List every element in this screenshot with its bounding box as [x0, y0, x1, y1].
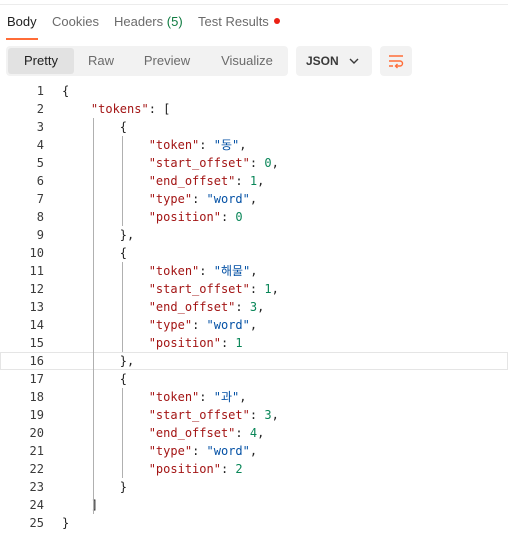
- wrap-lines-icon: [389, 55, 404, 69]
- code-line: 17 {: [0, 370, 508, 388]
- format-select-value: JSON: [306, 54, 339, 68]
- tab-cookies-label: Cookies: [52, 14, 99, 29]
- line-number: 18: [29, 390, 44, 404]
- line-number: 20: [29, 426, 44, 440]
- line-number: 5: [36, 156, 44, 170]
- response-body-editor[interactable]: 1{2 "tokens": [3 {4 "token": "동", 5 "star…: [0, 82, 508, 539]
- line-number: 2: [36, 102, 44, 116]
- code-text: "position": 0: [148, 210, 243, 224]
- code-text: {: [119, 372, 128, 386]
- headers-count-badge: (5): [166, 14, 183, 29]
- code-line: 9 },: [0, 226, 508, 244]
- line-number: 12: [29, 282, 44, 296]
- tab-headers[interactable]: Headers (5): [114, 14, 183, 29]
- pretty-button[interactable]: Pretty: [8, 48, 74, 74]
- code-text: },: [119, 354, 135, 368]
- format-select[interactable]: JSON: [296, 46, 372, 76]
- indent-guide: [121, 136, 123, 226]
- line-number: 7: [36, 192, 44, 206]
- line-number: 23: [29, 480, 44, 494]
- code-line: 7 "type": "word",: [0, 190, 508, 208]
- code-line: 5 "start_offset": 0,: [0, 154, 508, 172]
- raw-button[interactable]: Raw: [76, 48, 126, 74]
- tab-body[interactable]: Body: [7, 14, 37, 29]
- code-line: 16 },: [0, 352, 508, 370]
- chevron-down-icon: [349, 58, 359, 64]
- code-text: {: [119, 120, 128, 134]
- code-text: "position": 2: [148, 462, 243, 476]
- code-line: 24 ]: [0, 496, 508, 514]
- line-number: 22: [29, 462, 44, 476]
- code-text: }: [119, 480, 128, 494]
- response-tabs: Body Cookies Headers (5) Test Results: [0, 0, 508, 42]
- code-text: "position": 1: [148, 336, 243, 350]
- indent-guide: [92, 118, 94, 514]
- line-number: 21: [29, 444, 44, 458]
- line-number: 10: [29, 246, 44, 260]
- line-number: 11: [29, 264, 44, 278]
- code-text: {: [62, 84, 70, 98]
- active-tab-indicator: [6, 38, 38, 40]
- code-line: 21 "type": "word",: [0, 442, 508, 460]
- code-text: "token": "동",: [148, 138, 247, 152]
- line-number: 24: [29, 498, 44, 512]
- code-text: {: [119, 246, 128, 260]
- code-line: 11 "token": "해물",: [0, 262, 508, 280]
- code-line: 12 "start_offset": 1,: [0, 280, 508, 298]
- code-line: 4 "token": "동",: [0, 136, 508, 154]
- code-line: 15 "position": 1: [0, 334, 508, 352]
- line-number: 8: [36, 210, 44, 224]
- line-number: 13: [29, 300, 44, 314]
- code-text: "token": "과",: [148, 390, 247, 404]
- code-line: 14 "type": "word",: [0, 316, 508, 334]
- code-line: 18 "token": "과",: [0, 388, 508, 406]
- line-number: 1: [36, 84, 44, 98]
- line-number: 15: [29, 336, 44, 350]
- code-line: 8 "position": 0: [0, 208, 508, 226]
- tab-test-results-label: Test Results: [198, 14, 269, 29]
- code-text: "tokens": [: [90, 102, 171, 116]
- dot-icon: [273, 18, 280, 24]
- line-number: 25: [29, 516, 44, 530]
- response-toolbar: Pretty Raw Preview Visualize JSON: [0, 46, 508, 78]
- code-text: "start_offset": 3,: [148, 408, 279, 422]
- code-line: 23 }: [0, 478, 508, 496]
- code-text: "token": "해물",: [148, 264, 258, 278]
- view-mode-switcher: Pretty Raw Preview Visualize: [6, 46, 288, 76]
- line-number: 17: [29, 372, 44, 386]
- line-number: 16: [29, 354, 44, 368]
- tab-cookies[interactable]: Cookies: [52, 14, 99, 29]
- code-text: "type": "word",: [148, 192, 258, 206]
- code-line: 13 "end_offset": 3,: [0, 298, 508, 316]
- code-line: 2 "tokens": [: [0, 100, 508, 118]
- indent-guide: [121, 262, 123, 352]
- code-text: "start_offset": 1,: [148, 282, 279, 296]
- visualize-button[interactable]: Visualize: [208, 48, 286, 74]
- line-number: 14: [29, 318, 44, 332]
- tab-body-label: Body: [7, 14, 37, 29]
- tab-headers-label: Headers: [114, 14, 164, 29]
- code-line: 22 "position": 2: [0, 460, 508, 478]
- code-text: }: [62, 516, 70, 530]
- line-number: 4: [36, 138, 44, 152]
- code-line: 25}: [0, 514, 508, 532]
- code-text: "type": "word",: [148, 444, 258, 458]
- code-line: 10 {: [0, 244, 508, 262]
- code-line: 1{: [0, 82, 508, 100]
- code-line: 6 "end_offset": 1,: [0, 172, 508, 190]
- tab-test-results[interactable]: Test Results: [198, 14, 280, 29]
- preview-button[interactable]: Preview: [128, 48, 206, 74]
- code-text: },: [119, 228, 135, 242]
- line-number: 19: [29, 408, 44, 422]
- code-line: 19 "start_offset": 3,: [0, 406, 508, 424]
- code-line: 20 "end_offset": 4,: [0, 424, 508, 442]
- wrap-lines-button[interactable]: [380, 46, 412, 76]
- indent-guide: [121, 388, 123, 478]
- line-number: 3: [36, 120, 44, 134]
- code-text: "type": "word",: [148, 318, 258, 332]
- code-line: 3 {: [0, 118, 508, 136]
- line-number: 9: [36, 228, 44, 242]
- code-text: "start_offset": 0,: [148, 156, 279, 170]
- line-number: 6: [36, 174, 44, 188]
